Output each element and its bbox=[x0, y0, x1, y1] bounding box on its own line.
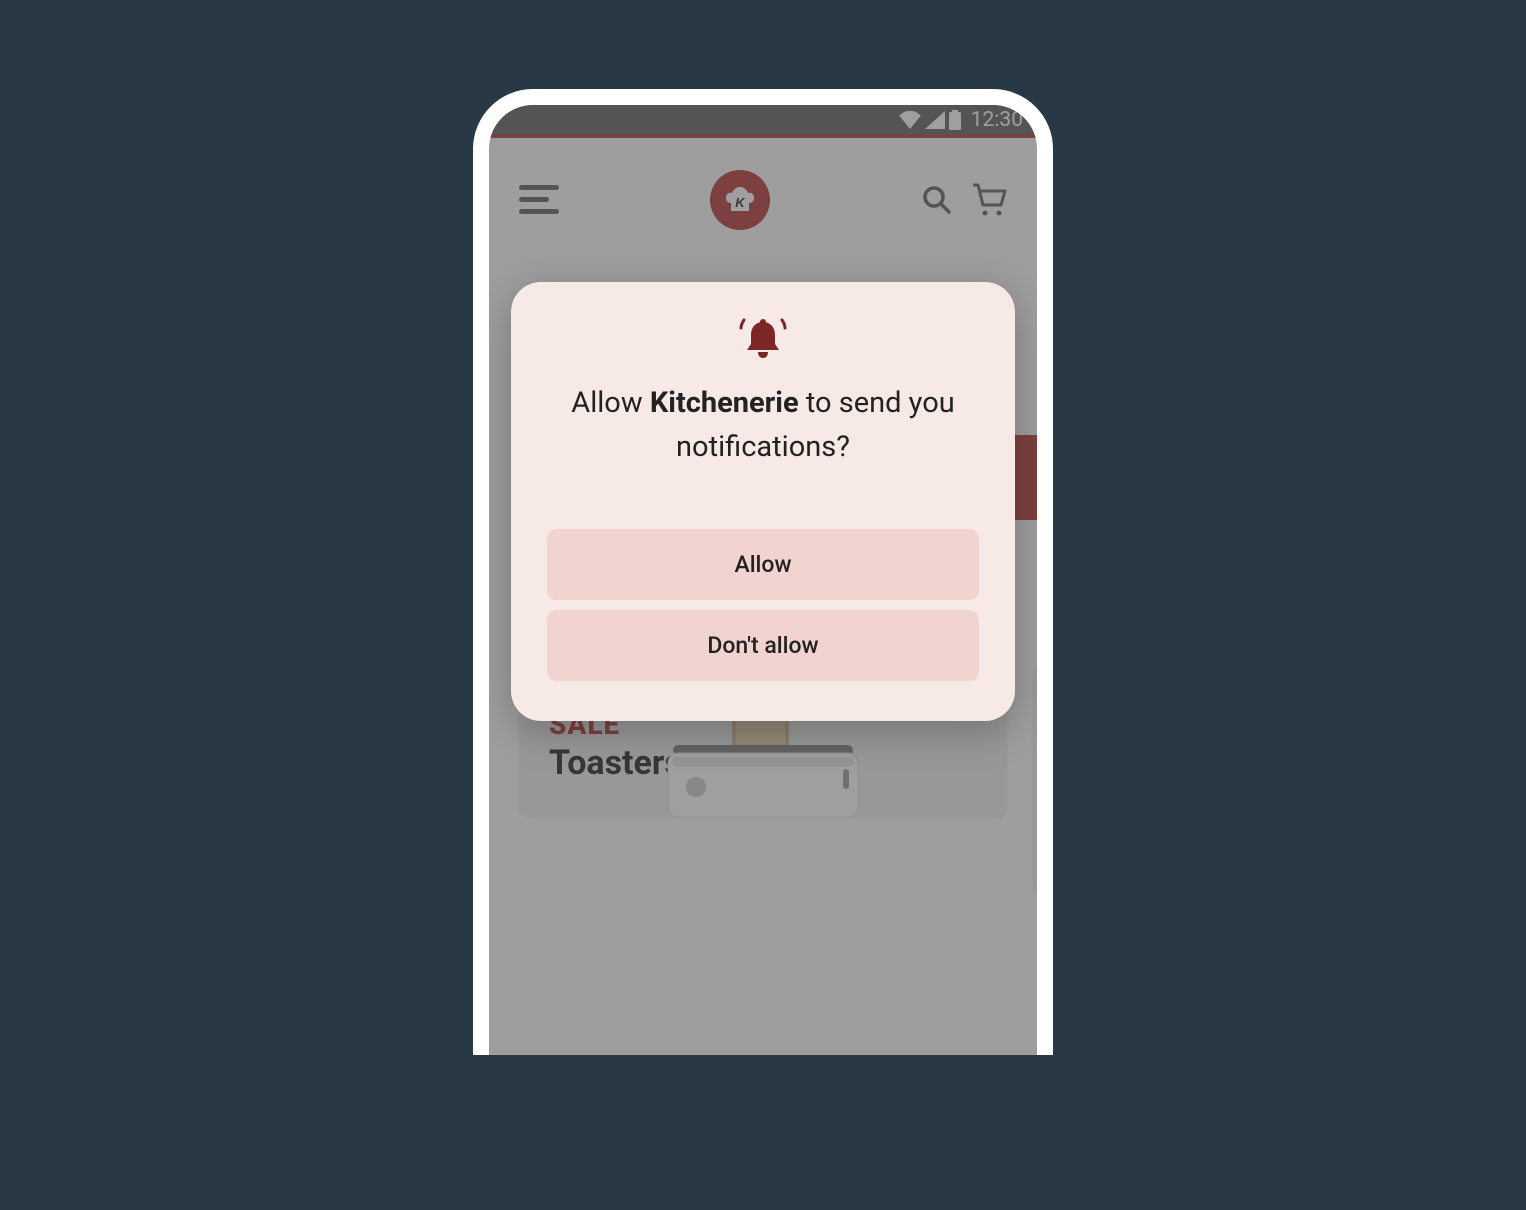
dialog-message: Allow Kitchenerie to send you notificati… bbox=[547, 382, 979, 469]
dialog-app-name: Kitchenerie bbox=[650, 386, 799, 420]
dialog-icon-container bbox=[547, 316, 979, 362]
bell-ringing-icon bbox=[738, 316, 788, 362]
phone-screen: 12:30 K bbox=[489, 105, 1037, 1055]
phone-frame: 12:30 K bbox=[473, 89, 1053, 1055]
notification-permission-dialog: Allow Kitchenerie to send you notificati… bbox=[511, 282, 1015, 721]
allow-button[interactable]: Allow bbox=[547, 529, 979, 600]
deny-button[interactable]: Don't allow bbox=[547, 610, 979, 681]
dialog-prompt-prefix: Allow bbox=[571, 386, 650, 420]
